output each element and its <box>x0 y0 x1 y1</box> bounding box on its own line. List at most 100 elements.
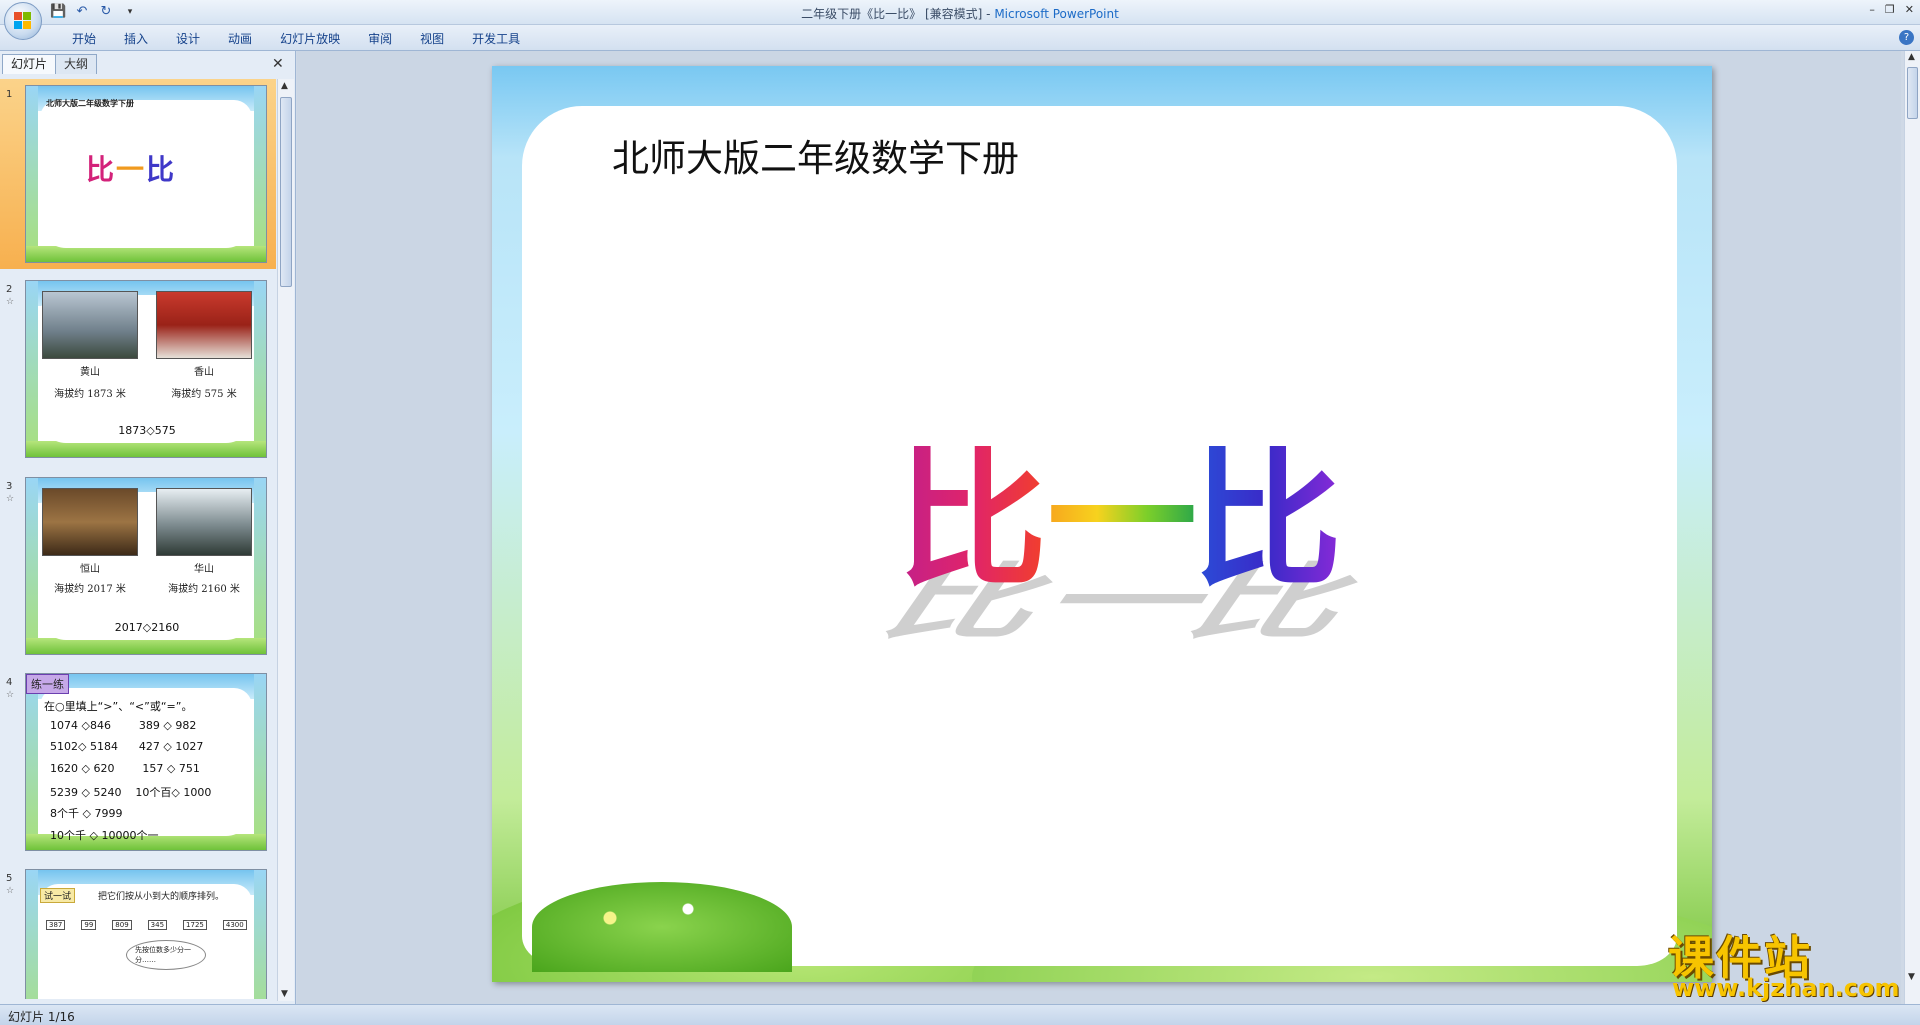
exercise-line: 5239 ◇ 5240 10个百◇ 1000 <box>50 786 212 799</box>
slide-thumbnails: 1 北师大版二年级数学下册 比一比 2 ☆ 黄山 海拔约 1873 米 香山 海拔… <box>0 79 276 999</box>
speech-bubble: 先按位数多少分一分…… <box>126 940 206 970</box>
photo-huangshan <box>42 291 138 359</box>
slide-number: 3 ☆ <box>6 481 15 504</box>
number-card: 1725 <box>183 920 207 930</box>
exercise-instruction: 在○里填上“>”、“<”或“=”。 <box>44 700 193 713</box>
wordart-char-1: 比 <box>897 434 1048 608</box>
exercise-line: 5102◇ 5184 427 ◇ 1027 <box>50 740 204 753</box>
slide-number: 5 ☆ <box>6 873 15 896</box>
caption-altitude: 海拔约 1873 米 <box>54 389 126 400</box>
slide-thumb-row-3[interactable]: 3 ☆ 恒山 海拔约 2017 米 华山 海拔约 2160 米 2017◇2160 <box>0 471 276 661</box>
try-instruction: 把它们按从小到大的顺序排列。 <box>98 892 225 902</box>
tab-view[interactable]: 视图 <box>406 30 458 47</box>
photo-hengshan <box>42 488 138 556</box>
caption-name: 华山 <box>194 564 214 575</box>
caption-name: 恒山 <box>80 564 100 575</box>
help-icon[interactable]: ? <box>1899 30 1914 45</box>
slide-title[interactable]: 北师大版二年级数学下册 <box>612 128 1019 182</box>
tab-slideshow[interactable]: 幻灯片放映 <box>266 30 354 47</box>
title-bar: 💾 ↶ ↻ ▾ 二年级下册《比一比》 [兼容模式] - Microsoft Po… <box>0 0 1920 40</box>
caption-altitude: 海拔约 2017 米 <box>54 584 126 595</box>
slide-thumbnail-5[interactable]: 试一试 把它们按从小到大的顺序排列。 387 99 809 345 1725 4… <box>25 869 267 999</box>
scroll-down-icon[interactable]: ▼ <box>281 989 288 999</box>
caption-name: 黄山 <box>80 367 100 378</box>
office-logo-icon <box>14 12 32 30</box>
animation-star-icon: ☆ <box>6 690 15 700</box>
tab-slides[interactable]: 幻灯片 <box>2 54 57 74</box>
animation-star-icon: ☆ <box>6 297 15 307</box>
pane-close-icon[interactable]: ✕ <box>272 56 284 72</box>
slide-counter: 幻灯片 1/16 <box>8 1010 75 1024</box>
tab-insert[interactable]: 插入 <box>110 30 162 47</box>
window-title-app: Microsoft PowerPoint <box>994 7 1119 21</box>
slide-workspace: 北师大版二年级数学下册 比 一 比 比 一 比 <box>297 51 1901 1004</box>
scroll-up-icon[interactable]: ▲ <box>1908 52 1915 62</box>
thumb-char-2: 一 <box>116 153 147 186</box>
photo-huashan <box>156 488 252 556</box>
pane-tabs: 幻灯片 大纲 <box>2 54 98 74</box>
minimize-button[interactable]: – <box>1869 3 1875 16</box>
slide-thumbnail-4[interactable]: 练一练 在○里填上“>”、“<”或“=”。 1074 ◇846 389 ◇ 98… <box>25 673 267 851</box>
exercise-header: 练一练 <box>26 674 69 694</box>
slide-thumb-row-2[interactable]: 2 ☆ 黄山 海拔约 1873 米 香山 海拔约 575 米 1873◇575 <box>0 274 276 464</box>
caption-name: 香山 <box>194 367 214 378</box>
tab-home[interactable]: 开始 <box>58 30 110 47</box>
window-controls: – ❐ ✕ <box>1869 3 1914 16</box>
slides-pane: 幻灯片 大纲 ✕ 1 北师大版二年级数学下册 比一比 2 ☆ 黄山 海拔约 187 <box>0 51 296 1004</box>
window-title-doc: 二年级下册《比一比》 [兼容模式] - <box>801 7 995 21</box>
exercise-line: 1074 ◇846 389 ◇ 982 <box>50 719 197 732</box>
tab-outline[interactable]: 大纲 <box>55 54 98 74</box>
slide-thumbnail-3[interactable]: 恒山 海拔约 2017 米 华山 海拔约 2160 米 2017◇2160 <box>25 477 267 655</box>
restore-button[interactable]: ❐ <box>1885 3 1895 16</box>
tab-review[interactable]: 审阅 <box>354 30 406 47</box>
slide-number: 1 <box>6 89 13 100</box>
compare-text: 1873◇575 <box>118 424 176 437</box>
exercise-line: 1620 ◇ 620 157 ◇ 751 <box>50 762 200 775</box>
wordart-char-2: 一 <box>1047 434 1198 608</box>
scroll-down-icon[interactable]: ▼ <box>1908 972 1915 982</box>
scrollbar-thumb[interactable] <box>280 97 292 287</box>
window-title: 二年级下册《比一比》 [兼容模式] - Microsoft PowerPoint <box>0 5 1920 22</box>
tab-developer[interactable]: 开发工具 <box>458 30 534 47</box>
thumb-title: 北师大版二年级数学下册 <box>46 99 134 108</box>
ribbon-tabs: 开始 插入 设计 动画 幻灯片放映 审阅 视图 开发工具 ? <box>0 25 1920 51</box>
site-watermark: 课件站 www.kjzhan.com <box>1668 922 1902 1004</box>
watermark-url: www.kjzhan.com <box>1672 974 1900 1002</box>
wordart-title[interactable]: 比 一 比 比 一 比 <box>862 434 1384 651</box>
slide-thumb-row-5[interactable]: 5 ☆ 试一试 把它们按从小到大的顺序排列。 387 99 809 345 172… <box>0 863 276 999</box>
status-bar: 幻灯片 1/16 <box>0 1004 1920 1025</box>
slide-thumbnail-1[interactable]: 北师大版二年级数学下册 比一比 <box>25 85 267 263</box>
slide-number: 2 ☆ <box>6 284 15 307</box>
slide-number: 4 ☆ <box>6 677 15 700</box>
caption-altitude: 海拔约 575 米 <box>171 389 237 400</box>
number-card: 387 <box>46 920 66 930</box>
thumbnails-scrollbar[interactable]: ▲ ▼ <box>277 79 294 1001</box>
slide-thumbnail-2[interactable]: 黄山 海拔约 1873 米 香山 海拔约 575 米 1873◇575 <box>25 280 267 458</box>
exercise-line: 8个千 ◇ 7999 <box>50 807 123 820</box>
scroll-up-icon[interactable]: ▲ <box>281 81 288 91</box>
number-card: 345 <box>147 920 168 930</box>
wordart-char-3: 比 <box>1192 434 1343 608</box>
current-slide[interactable]: 北师大版二年级数学下册 比 一 比 比 一 比 <box>492 66 1712 982</box>
slide-thumb-row-1[interactable]: 1 北师大版二年级数学下册 比一比 <box>0 79 276 269</box>
tab-animations[interactable]: 动画 <box>214 30 266 47</box>
scrollbar-thumb[interactable] <box>1907 67 1918 119</box>
slide-scrollbar[interactable]: ▲ ▼ <box>1904 51 1920 1004</box>
number-cards: 387 99 809 345 1725 4300 <box>46 920 247 930</box>
thumb-big-text: 比一比 <box>86 148 176 188</box>
number-card: 4300 <box>222 920 247 930</box>
animation-star-icon: ☆ <box>6 494 15 504</box>
tab-design[interactable]: 设计 <box>162 30 214 47</box>
close-button[interactable]: ✕ <box>1905 3 1914 16</box>
number-card: 809 <box>112 920 132 930</box>
compare-text: 2017◇2160 <box>114 621 180 634</box>
background-flowers <box>532 882 792 972</box>
office-button[interactable] <box>4 2 42 40</box>
photo-xiangshan <box>156 291 252 359</box>
thumb-char-3: 比 <box>146 153 177 186</box>
slide-thumb-row-4[interactable]: 4 ☆ 练一练 在○里填上“>”、“<”或“=”。 1074 ◇846 389 ◇… <box>0 667 276 857</box>
caption-altitude: 海拔约 2160 米 <box>168 584 240 595</box>
thumb-char-1: 比 <box>86 153 117 186</box>
exercise-line: 10个千 ◇ 10000个一 <box>50 829 159 842</box>
try-header: 试一试 <box>40 888 76 903</box>
